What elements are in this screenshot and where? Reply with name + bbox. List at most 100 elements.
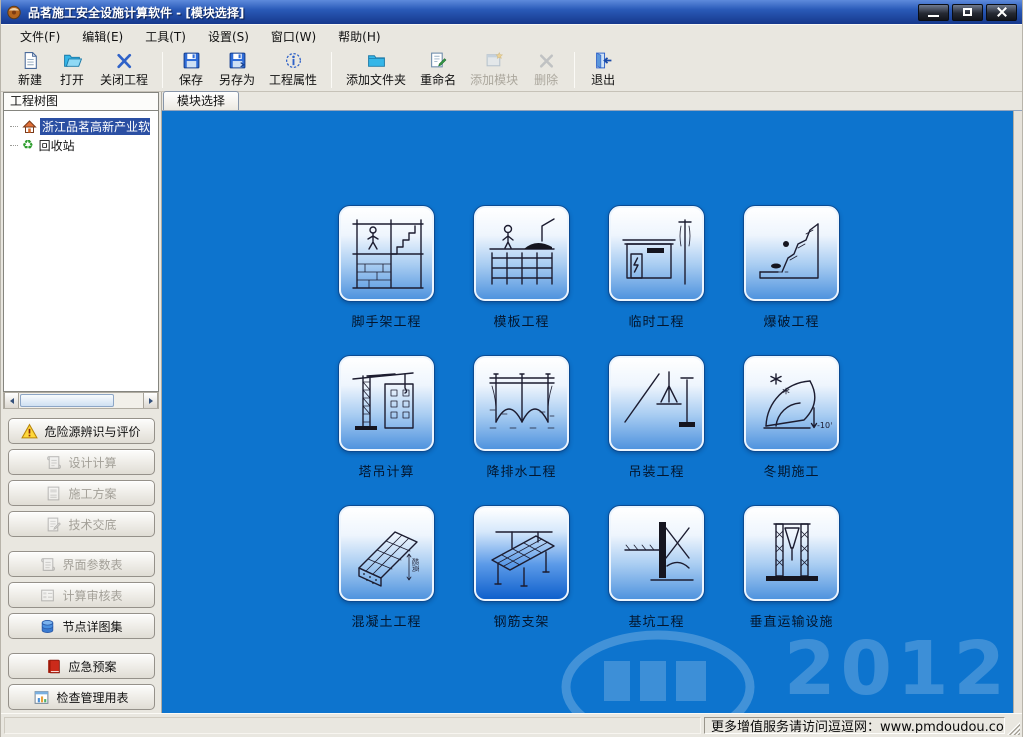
sidebar-button-label: 设计计算 — [68, 454, 116, 471]
menu-help[interactable]: 帮助(H) — [327, 25, 391, 48]
save-button[interactable]: 保存 — [170, 50, 212, 90]
project-properties-button[interactable]: 工程属性 — [262, 50, 324, 90]
status-bar: 更多增值服务请访问逗逗网：www.pmdoudou.com — [1, 713, 1022, 737]
toolbar-label: 删除 — [534, 71, 558, 88]
sidebar-button-label: 技术交底 — [68, 516, 116, 533]
module-concrete[interactable]: 超高 混凝土工程 — [319, 506, 454, 656]
audit-table-button: 计算审核表 — [8, 582, 155, 608]
rename-button[interactable]: 重命名 — [413, 50, 463, 90]
toolbar-label: 另存为 — [219, 71, 255, 88]
menu-edit[interactable]: 编辑(E) — [71, 25, 134, 48]
module-rebar-support[interactable]: 钢筋支架 — [454, 506, 589, 656]
toolbar-label: 关闭工程 — [100, 71, 148, 88]
sidebar-button-label: 施工方案 — [68, 485, 116, 502]
menu-file[interactable]: 文件(F) — [9, 25, 71, 48]
exit-icon — [594, 51, 613, 70]
vertical-transport-icon — [752, 514, 832, 594]
exit-button[interactable]: 退出 — [582, 50, 624, 90]
scroll-right-arrow-icon[interactable] — [143, 393, 158, 408]
module-label: 钢筋支架 — [493, 611, 549, 630]
window-title: 品茗施工安全设施计算软件 - [模块选择] — [28, 4, 244, 21]
parameter-table-icon — [39, 556, 56, 573]
emergency-plan-button[interactable]: 应急预案 — [8, 653, 155, 679]
scrollbar-thumb[interactable] — [20, 394, 114, 407]
module-canvas: 2012 脚手架工程 — [162, 111, 1022, 713]
open-folder-icon — [63, 51, 82, 70]
recycle-bin-icon: ♻ — [22, 139, 34, 152]
winter-temp-annotation: -10℃ — [817, 421, 832, 430]
tab-module-select[interactable]: 模块选择 — [163, 91, 239, 110]
scroll-left-arrow-icon[interactable] — [4, 393, 19, 408]
module-label: 临时工程 — [628, 311, 684, 330]
module-scaffold[interactable]: 脚手架工程 — [319, 206, 454, 356]
module-temporary-works[interactable]: 临时工程 — [589, 206, 724, 356]
module-blasting[interactable]: 爆破工程 — [724, 206, 859, 356]
save-as-button[interactable]: 另存为 — [212, 50, 262, 90]
node-details-button[interactable]: 节点详图集 — [8, 613, 155, 639]
sidebar-button-label: 计算审核表 — [62, 587, 122, 604]
dewatering-icon — [482, 364, 562, 444]
toolbar-label: 工程属性 — [269, 71, 317, 88]
menu-window[interactable]: 窗口(W) — [260, 25, 327, 48]
project-tree: 浙江品茗高新产业软件 ♻ 回收站 — [3, 111, 159, 392]
hazard-identification-button[interactable]: 危险源辨识与评价 — [8, 418, 155, 444]
toolbar-label: 添加文件夹 — [346, 71, 406, 88]
parameter-table-button: 界面参数表 — [8, 551, 155, 577]
maximize-button[interactable] — [952, 4, 983, 21]
tree-item-recycle-bin[interactable]: ♻ 回收站 — [4, 136, 158, 155]
main-area: 模块选择 2012 — [162, 92, 1022, 713]
new-button[interactable]: 新建 — [9, 50, 51, 90]
design-calc-icon — [45, 454, 62, 471]
tech-disclosure-button: 技术交底 — [8, 511, 155, 537]
minimize-button[interactable] — [918, 4, 949, 21]
menu-tools[interactable]: 工具(T) — [134, 25, 197, 48]
tree-item-label: 浙江品茗高新产业软件 — [40, 118, 150, 135]
status-bar-left-panel — [4, 717, 701, 734]
app-icon — [6, 4, 22, 20]
project-properties-icon — [284, 51, 303, 70]
module-dewatering[interactable]: 降排水工程 — [454, 356, 589, 506]
toolbar-label: 重命名 — [420, 71, 456, 88]
module-formwork[interactable]: 模板工程 — [454, 206, 589, 356]
construction-plan-icon — [45, 485, 62, 502]
module-tower-crane[interactable]: 塔吊计算 — [319, 356, 454, 506]
toolbar-separator — [574, 52, 575, 88]
menu-settings[interactable]: 设置(S) — [197, 25, 260, 48]
module-winter-construction[interactable]: -10℃ 冬期施工 — [724, 356, 859, 506]
sidebar-button-label: 检查管理用表 — [56, 689, 128, 706]
rename-icon — [429, 51, 448, 70]
module-label: 降排水工程 — [486, 461, 556, 480]
hoisting-icon — [617, 364, 697, 444]
sidebar-button-label: 节点详图集 — [62, 618, 122, 635]
open-button[interactable]: 打开 — [51, 50, 93, 90]
tower-crane-icon — [347, 364, 427, 444]
module-hoisting[interactable]: 吊装工程 — [589, 356, 724, 506]
rebar-support-icon — [482, 514, 562, 594]
sidebar-button-label: 界面参数表 — [62, 556, 122, 573]
tree-horizontal-scrollbar[interactable] — [3, 392, 159, 409]
concrete-icon: 超高 — [347, 514, 427, 594]
formwork-icon — [482, 214, 562, 294]
module-label: 塔吊计算 — [358, 461, 414, 480]
resize-grip[interactable] — [1007, 722, 1020, 735]
module-foundation-pit[interactable]: 基坑工程 — [589, 506, 724, 656]
tree-item-project[interactable]: 浙江品茗高新产业软件 — [4, 117, 158, 136]
save-icon — [182, 51, 201, 70]
sidebar-button-label: 危险源辨识与评价 — [44, 423, 140, 440]
add-folder-icon — [367, 51, 386, 70]
tech-disclosure-icon — [45, 516, 62, 533]
module-vertical-transport[interactable]: 垂直运输设施 — [724, 506, 859, 656]
save-as-icon — [228, 51, 247, 70]
close-project-button[interactable]: 关闭工程 — [93, 50, 155, 90]
blasting-icon — [752, 214, 832, 294]
main-vertical-scrollbar[interactable] — [1013, 111, 1022, 713]
module-label: 爆破工程 — [763, 311, 819, 330]
home-icon — [22, 119, 37, 134]
construction-plan-button: 施工方案 — [8, 480, 155, 506]
add-folder-button[interactable]: 添加文件夹 — [339, 50, 413, 90]
project-tree-panel: 工程树图 浙江品茗高新产业软件 ♻ 回收站 危险源辨识与评价 — [1, 92, 162, 713]
close-button[interactable] — [986, 4, 1017, 21]
inspection-table-button[interactable]: 检查管理用表 — [8, 684, 155, 710]
temporary-works-icon — [617, 214, 697, 294]
audit-table-icon — [39, 587, 56, 604]
